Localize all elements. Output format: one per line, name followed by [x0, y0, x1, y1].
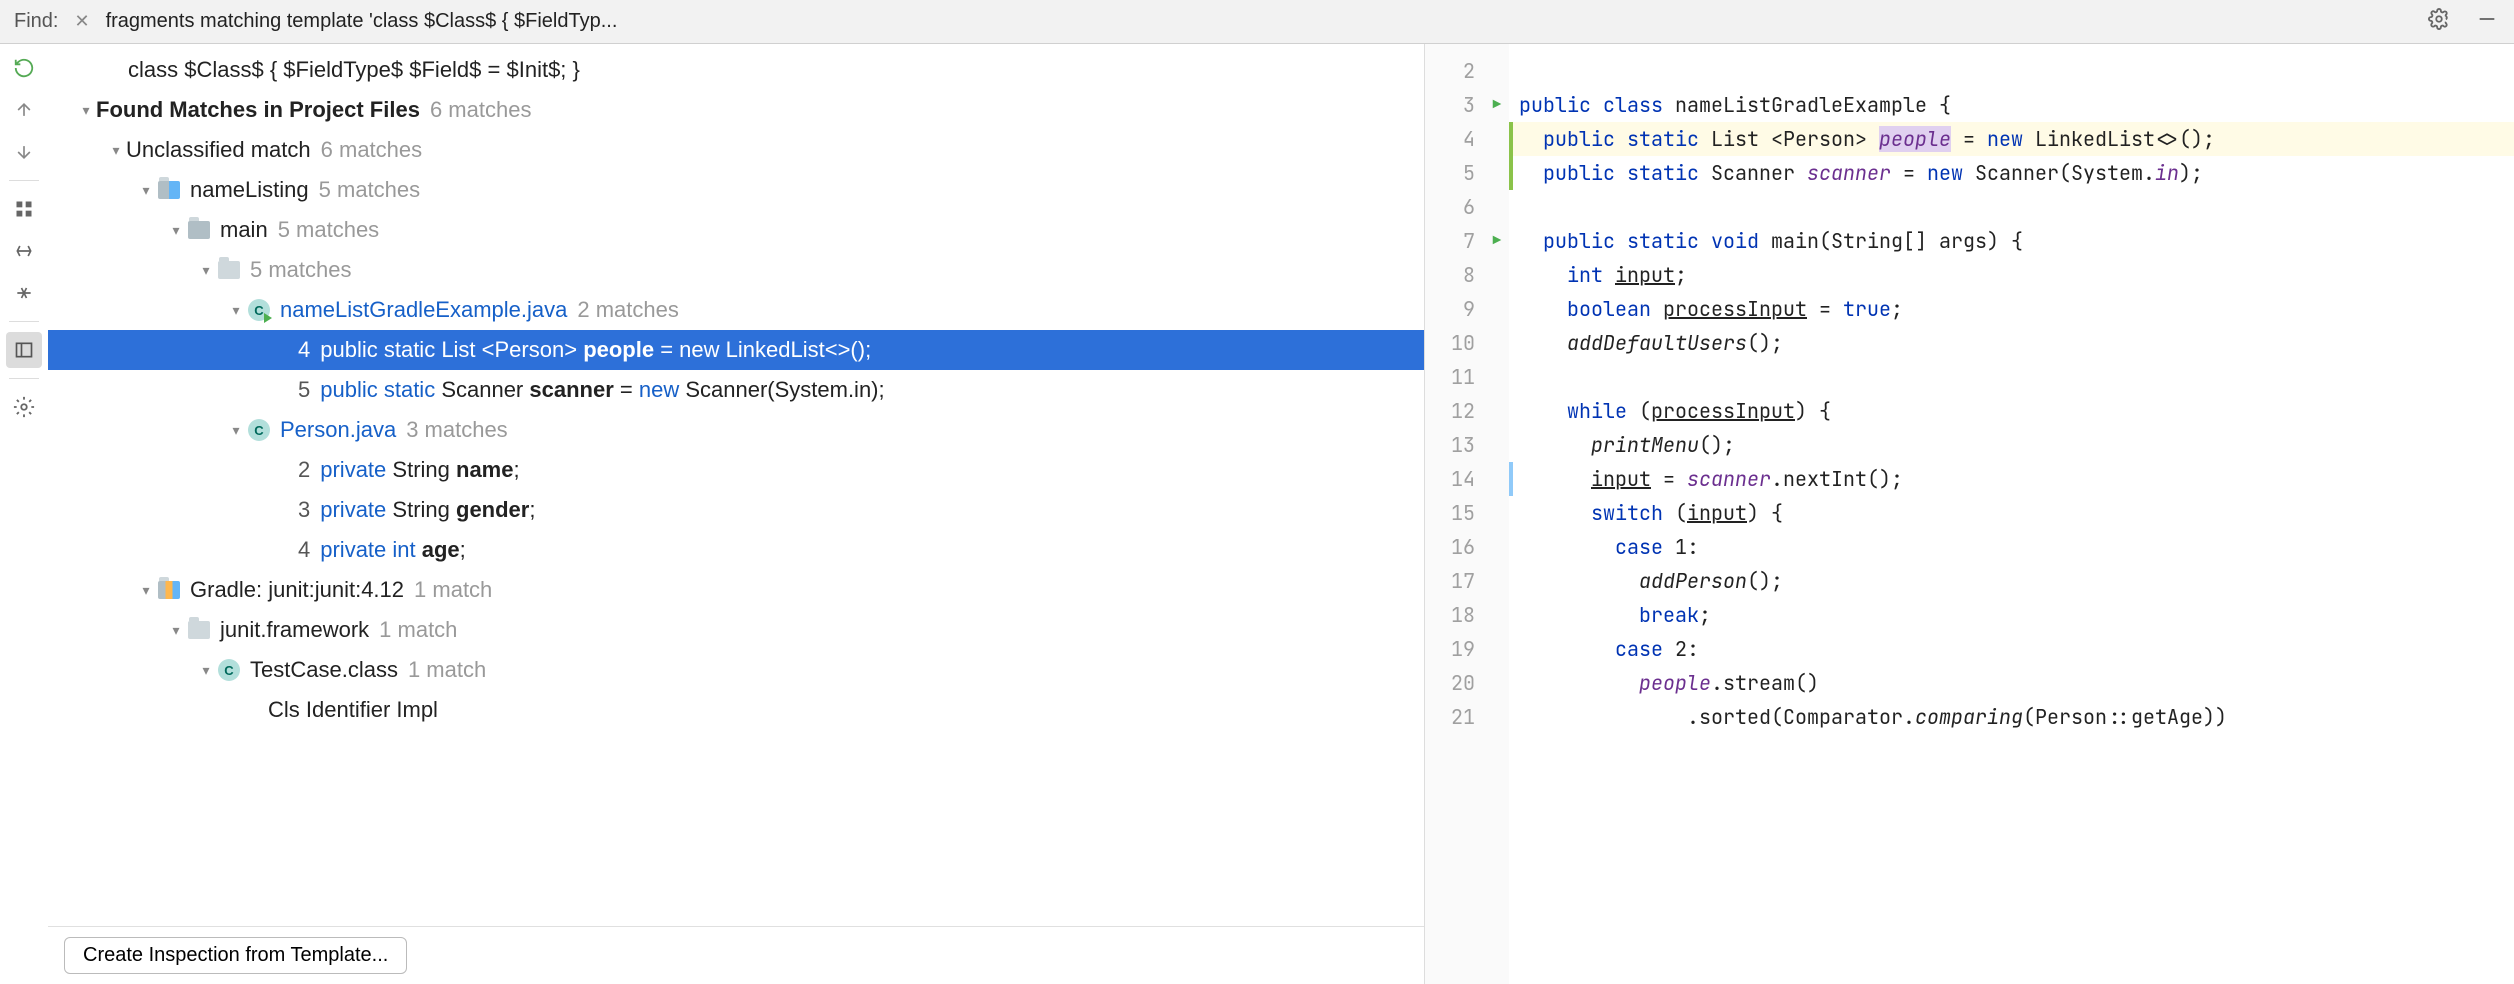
file-namelistgradle-row[interactable]: ▾ C nameListGradleExample.java 2 matches — [48, 290, 1424, 330]
match-gender-row[interactable]: 3 private String gender; — [48, 490, 1424, 530]
found-matches-row[interactable]: ▾ Found Matches in Project Files 6 match… — [48, 90, 1424, 130]
chevron-down-icon[interactable]: ▾ — [106, 142, 126, 159]
file-person-row[interactable]: ▾ C Person.java 3 matches — [48, 410, 1424, 450]
chevron-down-icon[interactable]: ▾ — [166, 222, 186, 239]
gear-icon[interactable] — [2420, 8, 2458, 36]
chevron-down-icon[interactable]: ▾ — [136, 582, 156, 599]
folder-icon — [186, 617, 212, 643]
collapse-all-icon[interactable] — [6, 275, 42, 311]
editor-preview[interactable]: 23456789101112131415161718192021 ▶ ▶ pub… — [1424, 44, 2514, 984]
folder-icon — [216, 257, 242, 283]
results-tree: class $Class$ { $FieldType$ $Field$ = $I… — [48, 44, 1424, 984]
module-icon — [156, 177, 182, 203]
up-arrow-icon[interactable] — [6, 92, 42, 128]
cls-identifier-row[interactable]: Cls Identifier Impl — [48, 690, 1424, 730]
left-toolbar — [0, 44, 48, 984]
chevron-down-icon[interactable]: ▾ — [226, 422, 246, 439]
rerun-icon[interactable] — [6, 50, 42, 86]
footer: Create Inspection from Template... — [48, 926, 1424, 984]
folder-main-row[interactable]: ▾ main 5 matches — [48, 210, 1424, 250]
expand-all-icon[interactable] — [6, 233, 42, 269]
package-junitfw-row[interactable]: ▾ junit.framework 1 match — [48, 610, 1424, 650]
preview-toggle-icon[interactable] — [6, 332, 42, 368]
create-inspection-button[interactable]: Create Inspection from Template... — [64, 937, 407, 974]
find-query-text[interactable]: fragments matching template 'class $Clas… — [106, 10, 618, 33]
java-class-icon: C — [246, 417, 272, 443]
chevron-down-icon[interactable]: ▾ — [76, 102, 96, 119]
library-gradle-row[interactable]: ▾ Gradle: junit:junit:4.12 1 match — [48, 570, 1424, 610]
unclassified-row[interactable]: ▾ Unclassified match 6 matches — [48, 130, 1424, 170]
chevron-down-icon[interactable]: ▾ — [226, 302, 246, 319]
source-folder-icon — [186, 217, 212, 243]
library-icon — [156, 577, 182, 603]
module-namelisting-row[interactable]: ▾ nameListing 5 matches — [48, 170, 1424, 210]
chevron-down-icon[interactable]: ▾ — [166, 622, 186, 639]
find-label: Find: — [8, 10, 58, 33]
chevron-down-icon[interactable]: ▾ — [196, 662, 216, 679]
match-name-row[interactable]: 2 private String name; — [48, 450, 1424, 490]
chevron-down-icon[interactable]: ▾ — [136, 182, 156, 199]
minimize-icon[interactable] — [2468, 8, 2506, 36]
find-bar: Find: ✕ fragments matching template 'cla… — [0, 0, 2514, 44]
java-class-icon: C — [216, 657, 242, 683]
match-age-row[interactable]: 4 private int age; — [48, 530, 1424, 570]
code-area[interactable]: public class nameListGradleExample { pub… — [1509, 44, 2514, 984]
match-people-row[interactable]: 4 public static List <Person> people = n… — [48, 330, 1424, 370]
gutter-marks: ▶ ▶ — [1485, 44, 1509, 984]
group-icon[interactable] — [6, 191, 42, 227]
down-arrow-icon[interactable] — [6, 134, 42, 170]
close-icon[interactable]: ✕ — [68, 11, 95, 32]
chevron-down-icon[interactable]: ▾ — [196, 262, 216, 279]
run-gutter-icon[interactable]: ▶ — [1485, 224, 1509, 258]
query-row[interactable]: class $Class$ { $FieldType$ $Field$ = $I… — [48, 50, 1424, 90]
gutter: 23456789101112131415161718192021 — [1425, 44, 1485, 984]
match-scanner-row[interactable]: 5 public static Scanner scanner = new Sc… — [48, 370, 1424, 410]
java-class-icon: C — [246, 297, 272, 323]
file-testcase-row[interactable]: ▾ C TestCase.class 1 match — [48, 650, 1424, 690]
package-row[interactable]: ▾ 5 matches — [48, 250, 1424, 290]
run-gutter-icon[interactable]: ▶ — [1485, 88, 1509, 122]
settings-icon[interactable] — [6, 389, 42, 425]
